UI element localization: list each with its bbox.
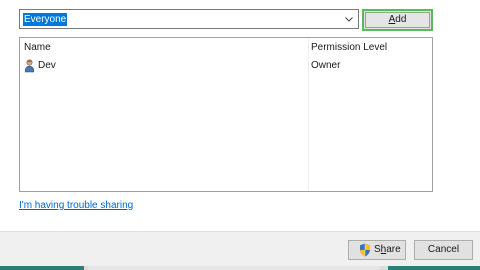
share-button[interactable]: Share	[348, 240, 406, 260]
uac-shield-icon	[360, 243, 370, 257]
list-item[interactable]: Dev Owner	[20, 57, 432, 75]
taskbar-strip	[0, 266, 480, 270]
user-combo-value[interactable]: Everyone	[23, 13, 68, 26]
trouble-sharing-link[interactable]: I'm having trouble sharing	[19, 200, 133, 211]
column-header-permission-level[interactable]: Permission Level	[311, 42, 387, 53]
taskbar-segment	[88, 266, 380, 270]
add-button-label: dd	[395, 14, 407, 25]
share-label-end: are	[386, 244, 401, 255]
user-icon	[24, 59, 35, 73]
column-header-name[interactable]: Name	[24, 42, 51, 53]
add-button-face[interactable]: Add	[365, 12, 430, 28]
row-permission-level[interactable]: Owner	[311, 60, 340, 71]
taskbar-segment	[388, 266, 480, 270]
cancel-button[interactable]: Cancel	[414, 240, 473, 260]
row-user-name: Dev	[38, 60, 56, 71]
add-button[interactable]: Add	[362, 9, 433, 31]
taskbar-segment	[0, 266, 84, 270]
share-button-label: Share	[374, 241, 401, 259]
dialog-footer: Share Cancel	[0, 231, 480, 270]
chevron-down-icon[interactable]	[343, 13, 355, 25]
share-label-start: S	[374, 244, 381, 255]
user-combo-box[interactable]: Everyone	[19, 9, 359, 29]
permissions-list[interactable]: Name Permission Level Dev Owner	[19, 37, 433, 192]
